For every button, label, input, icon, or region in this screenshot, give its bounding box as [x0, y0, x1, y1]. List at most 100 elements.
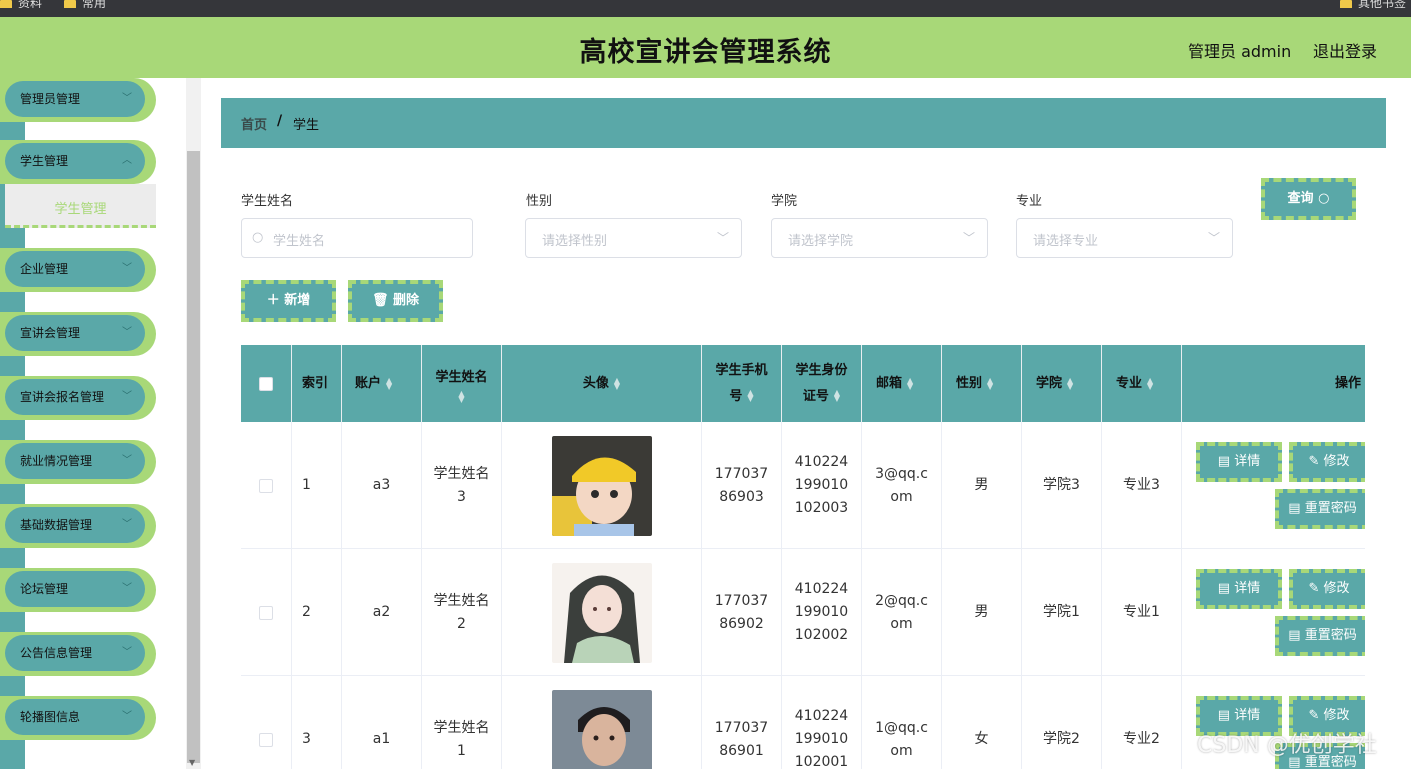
sidebar-scrollbar[interactable]: ▼ [186, 78, 201, 769]
browser-bookmark-bar: 资料 常用 其他书签 [0, 0, 1411, 17]
sidebar-item-carousel[interactable]: 轮播图信息 ﹀ [0, 696, 156, 740]
filter-label-major: 专业 [1016, 194, 1043, 209]
student-name-input[interactable]: ○ 学生姓名 [241, 218, 473, 258]
sort-icon[interactable]: ▲ ▼ [614, 376, 620, 390]
sidebar-item-basedata[interactable]: 基础数据管理 ﹀ [0, 504, 156, 548]
sort-icon[interactable]: ▲ ▼ [458, 389, 464, 403]
th-gender[interactable]: 性别 ▲ ▼ [942, 345, 1022, 422]
chevron-down-icon: ﹀ [962, 231, 975, 245]
reset-password-button[interactable]: ▤ 重置密码 [1275, 489, 1365, 529]
cell-name: 学生姓名3 [422, 422, 502, 549]
sort-icon[interactable]: ▲ ▼ [747, 389, 753, 403]
student-table: 索引 账户 ▲ ▼ 学生姓名 ▲ ▼ 头像 ▲ ▼ 学生手机号 ▲ ▼ 学生身份证号 ▲ ▼ 邮箱 ▲… [241, 345, 1365, 769]
bookmark-folder[interactable]: 资料 [0, 0, 42, 8]
th-idcard[interactable]: 学生身份证号 ▲ ▼ [782, 345, 862, 422]
filter-label-name: 学生姓名 [241, 194, 294, 209]
chevron-down-icon: ﹀ [122, 711, 132, 722]
cell-college: 学院1 [1022, 549, 1102, 676]
select-placeholder: 请选择学院 [788, 234, 854, 249]
scrollbar-thumb[interactable] [187, 151, 200, 763]
breadcrumb-home[interactable]: 首页 [241, 114, 267, 133]
input-placeholder: 学生姓名 [273, 234, 326, 249]
reset-password-button[interactable]: ▤ 重置密码 [1275, 616, 1365, 656]
edit-button[interactable]: ✎ 修改 [1289, 442, 1365, 482]
document-icon: ▤ [1288, 628, 1301, 643]
cell-gender: 男 [942, 422, 1022, 549]
sidebar-item-label: 轮播图信息 [20, 710, 81, 724]
sort-icon[interactable]: ▲ ▼ [987, 376, 993, 390]
cell-email: 1@qq.com [862, 676, 942, 769]
th-index: 索引 [292, 345, 342, 422]
chevron-down-icon: ﹀ [122, 647, 132, 658]
chevron-down-icon: ﹀ [122, 519, 132, 530]
row-checkbox[interactable] [259, 478, 273, 493]
sort-icon[interactable]: ▲ ▼ [1067, 376, 1073, 390]
add-button[interactable]: ＋ 新增 [241, 280, 336, 322]
sidebar-item-forum[interactable]: 论坛管理 ﹀ [0, 568, 156, 612]
sort-icon[interactable]: ▲ ▼ [907, 376, 913, 390]
sidebar-item-companies[interactable]: 企业管理 ﹀ [0, 248, 156, 292]
chevron-down-icon: ﹀ [122, 93, 132, 104]
cell-phone: 17703786903 [702, 422, 782, 549]
bookmark-folder[interactable]: 常用 [64, 0, 106, 8]
cell-gender: 女 [942, 676, 1022, 769]
pencil-icon: ✎ [1308, 454, 1320, 469]
th-major[interactable]: 专业 ▲ ▼ [1102, 345, 1182, 422]
sidebar-item-notices[interactable]: 公告信息管理 ﹀ [0, 632, 156, 676]
major-select[interactable]: 请选择专业 ﹀ [1016, 218, 1233, 258]
watermark-text: CSDN @优创学社 [1197, 733, 1377, 758]
sort-icon[interactable]: ▲ ▼ [834, 389, 840, 403]
search-icon: ○ [252, 230, 264, 245]
sidebar-item-label: 就业情况管理 [20, 454, 93, 468]
th-avatar[interactable]: 头像 ▲ ▼ [502, 345, 702, 422]
trash-icon: 🗑 [371, 293, 389, 308]
sidebar-item-registrations[interactable]: 宣讲会报名管理 ﹀ [0, 376, 156, 420]
query-button[interactable]: 查询 ○ [1261, 178, 1356, 220]
cell-index: 2 [292, 549, 342, 676]
sidebar-item-employment[interactable]: 就业情况管理 ﹀ [0, 440, 156, 484]
th-name[interactable]: 学生姓名 ▲ ▼ [422, 345, 502, 422]
edit-button[interactable]: ✎ 修改 [1289, 569, 1365, 609]
scroll-down-arrow-icon[interactable]: ▼ [189, 758, 195, 767]
cell-avatar [502, 422, 702, 549]
sidebar-item-students[interactable]: 学生管理 ︿ [0, 140, 156, 184]
bookmark-folder[interactable]: 其他书签 [1340, 0, 1406, 8]
breadcrumb-separator: / [277, 113, 283, 129]
detail-button[interactable]: ▤ 详情 [1196, 442, 1282, 482]
th-account[interactable]: 账户 ▲ ▼ [342, 345, 422, 422]
th-email[interactable]: 邮箱 ▲ ▼ [862, 345, 942, 422]
cell-major: 专业3 [1102, 422, 1182, 549]
avatar-image[interactable] [551, 562, 652, 663]
cell-phone: 17703786901 [702, 676, 782, 769]
logout-link[interactable]: 退出登录 [1313, 38, 1377, 62]
folder-icon [0, 0, 12, 8]
avatar-image[interactable] [551, 689, 652, 769]
row-select-cell [241, 676, 292, 769]
cell-idcard: 410224199010102001 [782, 676, 862, 769]
row-checkbox[interactable] [259, 732, 273, 747]
sidebar-subitem-label: 学生管理 [54, 202, 107, 217]
plus-icon: ＋ [266, 293, 280, 308]
cell-major: 专业1 [1102, 549, 1182, 676]
th-college[interactable]: 学院 ▲ ▼ [1022, 345, 1102, 422]
sidebar-item-admin[interactable]: 管理员管理 ﹀ [0, 78, 156, 122]
row-checkbox[interactable] [259, 605, 273, 620]
th-phone[interactable]: 学生手机号 ▲ ▼ [702, 345, 782, 422]
detail-button[interactable]: ▤ 详情 [1196, 569, 1282, 609]
table-row: 2 a2 学生姓名2 17703786902 41022419901010200… [241, 549, 1365, 676]
cell-idcard: 410224199010102003 [782, 422, 862, 549]
delete-button[interactable]: 🗑 删除 [348, 280, 443, 322]
chevron-down-icon: ﹀ [122, 391, 132, 402]
cell-ops: ▤ 详情 ✎ 修改 ▤ 重置密码 [1182, 549, 1365, 676]
select-all-checkbox[interactable] [259, 376, 273, 391]
chevron-down-icon: ﹀ [122, 583, 132, 594]
sidebar-subitem-students[interactable]: 学生管理 [5, 184, 156, 228]
chevron-down-icon: ﹀ [122, 263, 132, 274]
avatar-image[interactable] [551, 435, 652, 536]
cell-name: 学生姓名1 [422, 676, 502, 769]
gender-select[interactable]: 请选择性别 ﹀ [525, 218, 742, 258]
college-select[interactable]: 请选择学院 ﹀ [771, 218, 988, 258]
sidebar-item-sessions[interactable]: 宣讲会管理 ﹀ [0, 312, 156, 356]
sort-icon[interactable]: ▲ ▼ [1147, 376, 1153, 390]
sort-icon[interactable]: ▲ ▼ [386, 376, 392, 390]
